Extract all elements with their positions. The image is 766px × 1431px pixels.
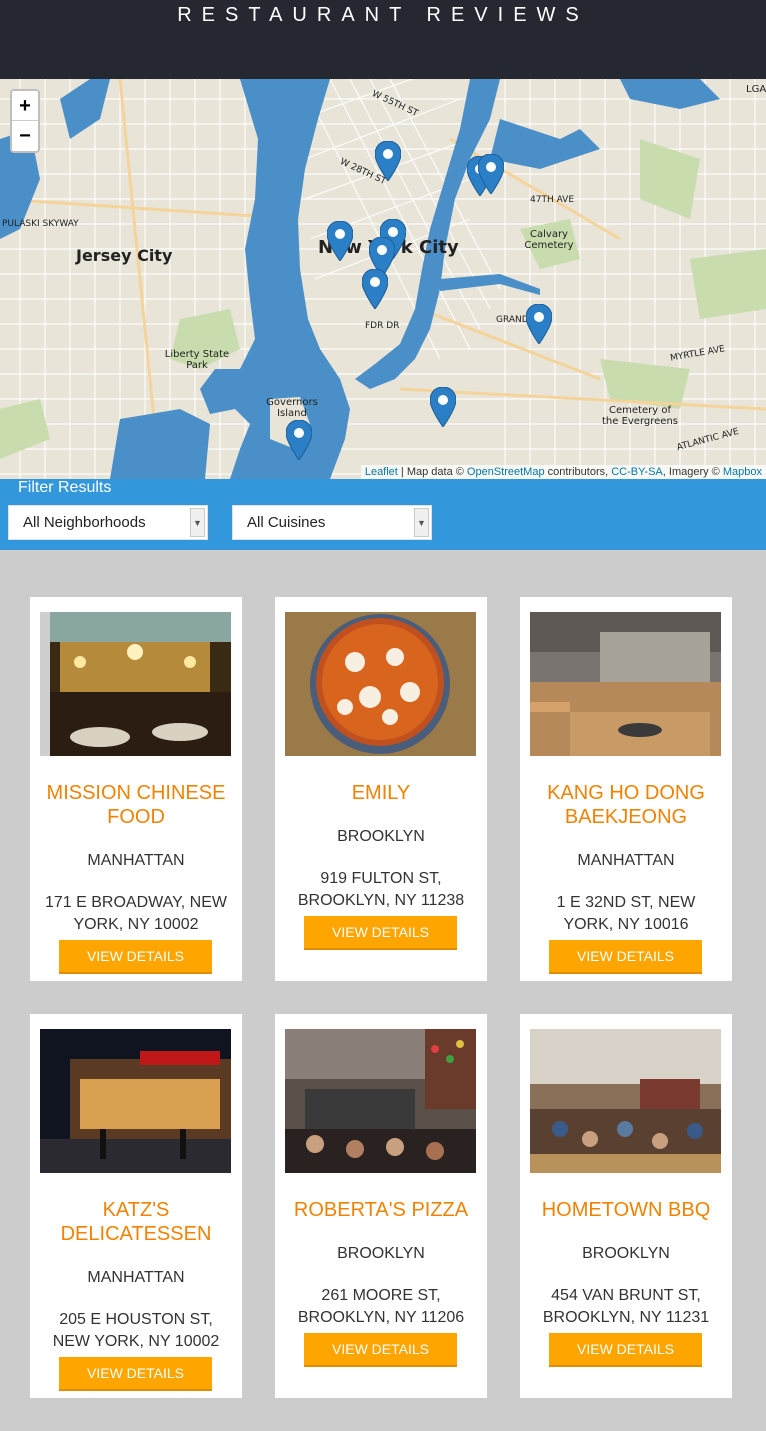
view-details-button[interactable]: VIEW DETAILS <box>59 1357 212 1391</box>
view-details-button[interactable]: VIEW DETAILS <box>304 1333 457 1367</box>
map-label-governors-island: Governors Island <box>266 397 318 419</box>
chevron-down-icon: ▼ <box>414 508 429 537</box>
restaurant-address: 205 E HOUSTON ST, NEW YORK, NY 10002 <box>52 1311 220 1350</box>
restaurant-address: 261 MOORE ST, BROOKLYN, NY 11206 <box>297 1287 465 1326</box>
map-attribution: Leaflet | Map data © OpenStreetMap contr… <box>360 465 766 479</box>
view-details-button[interactable]: VIEW DETAILS <box>304 916 457 950</box>
attribution-text: | Map data © <box>397 466 467 478</box>
restaurant-photo <box>285 612 476 756</box>
neighborhood-select[interactable]: All Neighborhoods ▼ <box>8 505 208 540</box>
restaurant-name[interactable]: HOMETOWN BBQ <box>530 1198 722 1222</box>
map-label-lga: LGA <box>746 84 766 95</box>
cuisine-select[interactable]: All Cuisines ▼ <box>232 505 432 540</box>
restaurant-neighborhood: MANHATTAN <box>87 852 185 869</box>
restaurant-address: 919 FULTON ST, BROOKLYN, NY 11238 <box>297 870 465 909</box>
zoom-out-button[interactable]: − <box>12 121 38 151</box>
restaurant-address: 454 VAN BRUNT ST, BROOKLYN, NY 11231 <box>542 1287 710 1326</box>
attribution-text: contributors, <box>544 466 612 478</box>
map-marker[interactable] <box>286 420 312 460</box>
cuisine-select-value: All Cuisines <box>247 514 326 531</box>
restaurant-name[interactable]: KANG HO DONG BAEKJEONG <box>530 781 722 829</box>
restaurant-photo <box>530 1029 721 1173</box>
restaurant-neighborhood: BROOKLYN <box>582 1245 670 1262</box>
mapbox-link[interactable]: Mapbox <box>723 466 762 478</box>
zoom-in-button[interactable]: + <box>12 91 38 121</box>
restaurant-address: 1 E 32ND ST, NEW YORK, NY 10016 <box>556 894 696 933</box>
attribution-text: , Imagery © <box>662 466 723 478</box>
restaurant-card: EMILY BROOKLYN 919 FULTON ST, BROOKLYN, … <box>275 597 487 981</box>
filter-title: Filter Results <box>18 479 112 496</box>
restaurant-photo <box>530 612 721 756</box>
restaurant-neighborhood: BROOKLYN <box>337 828 425 845</box>
restaurant-photo <box>40 1029 231 1173</box>
site-header: RESTAURANT REVIEWS <box>0 0 766 79</box>
osm-link[interactable]: OpenStreetMap <box>467 466 545 478</box>
map-label-evergreens: Cemetery of the Evergreens <box>601 405 678 427</box>
restaurant-neighborhood: MANHATTAN <box>577 852 675 869</box>
map-marker[interactable] <box>362 269 388 309</box>
map-label-liberty-park: Liberty State Park <box>164 349 230 371</box>
ccbysa-link[interactable]: CC-BY-SA <box>611 466 663 478</box>
zoom-control: + − <box>10 89 40 153</box>
map-marker[interactable] <box>375 141 401 181</box>
view-details-button[interactable]: VIEW DETAILS <box>59 940 212 974</box>
restaurant-name[interactable]: MISSION CHINESE FOOD <box>40 781 232 829</box>
view-details-button[interactable]: VIEW DETAILS <box>549 940 702 974</box>
chevron-down-icon: ▼ <box>190 508 205 537</box>
map-marker[interactable] <box>478 154 504 194</box>
map[interactable]: Jersey City New York City Liberty State … <box>0 79 766 479</box>
restaurant-address: 171 E BROADWAY, NEW YORK, NY 10002 <box>45 894 227 933</box>
restaurant-name[interactable]: KATZ'S DELICATESSEN <box>40 1198 232 1246</box>
filter-bar: Filter Results All Neighborhoods ▼ All C… <box>0 479 766 550</box>
restaurant-card: KANG HO DONG BAEKJEONG MANHATTAN 1 E 32N… <box>520 597 732 981</box>
map-label-jersey-city: Jersey City <box>76 246 173 265</box>
restaurant-neighborhood: BROOKLYN <box>337 1245 425 1262</box>
map-label-fdr: FDR DR <box>365 321 400 331</box>
map-label-calvary: Calvary Cemetery <box>524 229 574 251</box>
map-marker[interactable] <box>430 387 456 427</box>
map-marker[interactable] <box>327 221 353 261</box>
view-details-button[interactable]: VIEW DETAILS <box>549 1333 702 1367</box>
restaurant-card: KATZ'S DELICATESSEN MANHATTAN 205 E HOUS… <box>30 1014 242 1398</box>
leaflet-link[interactable]: Leaflet <box>365 466 398 478</box>
restaurant-neighborhood: MANHATTAN <box>87 1269 185 1286</box>
restaurant-name[interactable]: EMILY <box>285 781 477 805</box>
restaurant-card: MISSION CHINESE FOOD MANHATTAN 171 E BRO… <box>30 597 242 981</box>
neighborhood-select-value: All Neighborhoods <box>23 514 146 531</box>
restaurant-card: HOMETOWN BBQ BROOKLYN 454 VAN BRUNT ST, … <box>520 1014 732 1398</box>
restaurant-name[interactable]: ROBERTA'S PIZZA <box>285 1198 477 1222</box>
restaurant-card: ROBERTA'S PIZZA BROOKLYN 261 MOORE ST, B… <box>275 1014 487 1398</box>
map-label-47th: 47TH AVE <box>530 195 575 205</box>
map-label-pulaski: PULASKI SKYWAY <box>2 219 79 229</box>
restaurant-photo <box>40 612 231 756</box>
restaurant-photo <box>285 1029 476 1173</box>
site-title[interactable]: RESTAURANT REVIEWS <box>0 4 766 27</box>
map-marker[interactable] <box>526 304 552 344</box>
